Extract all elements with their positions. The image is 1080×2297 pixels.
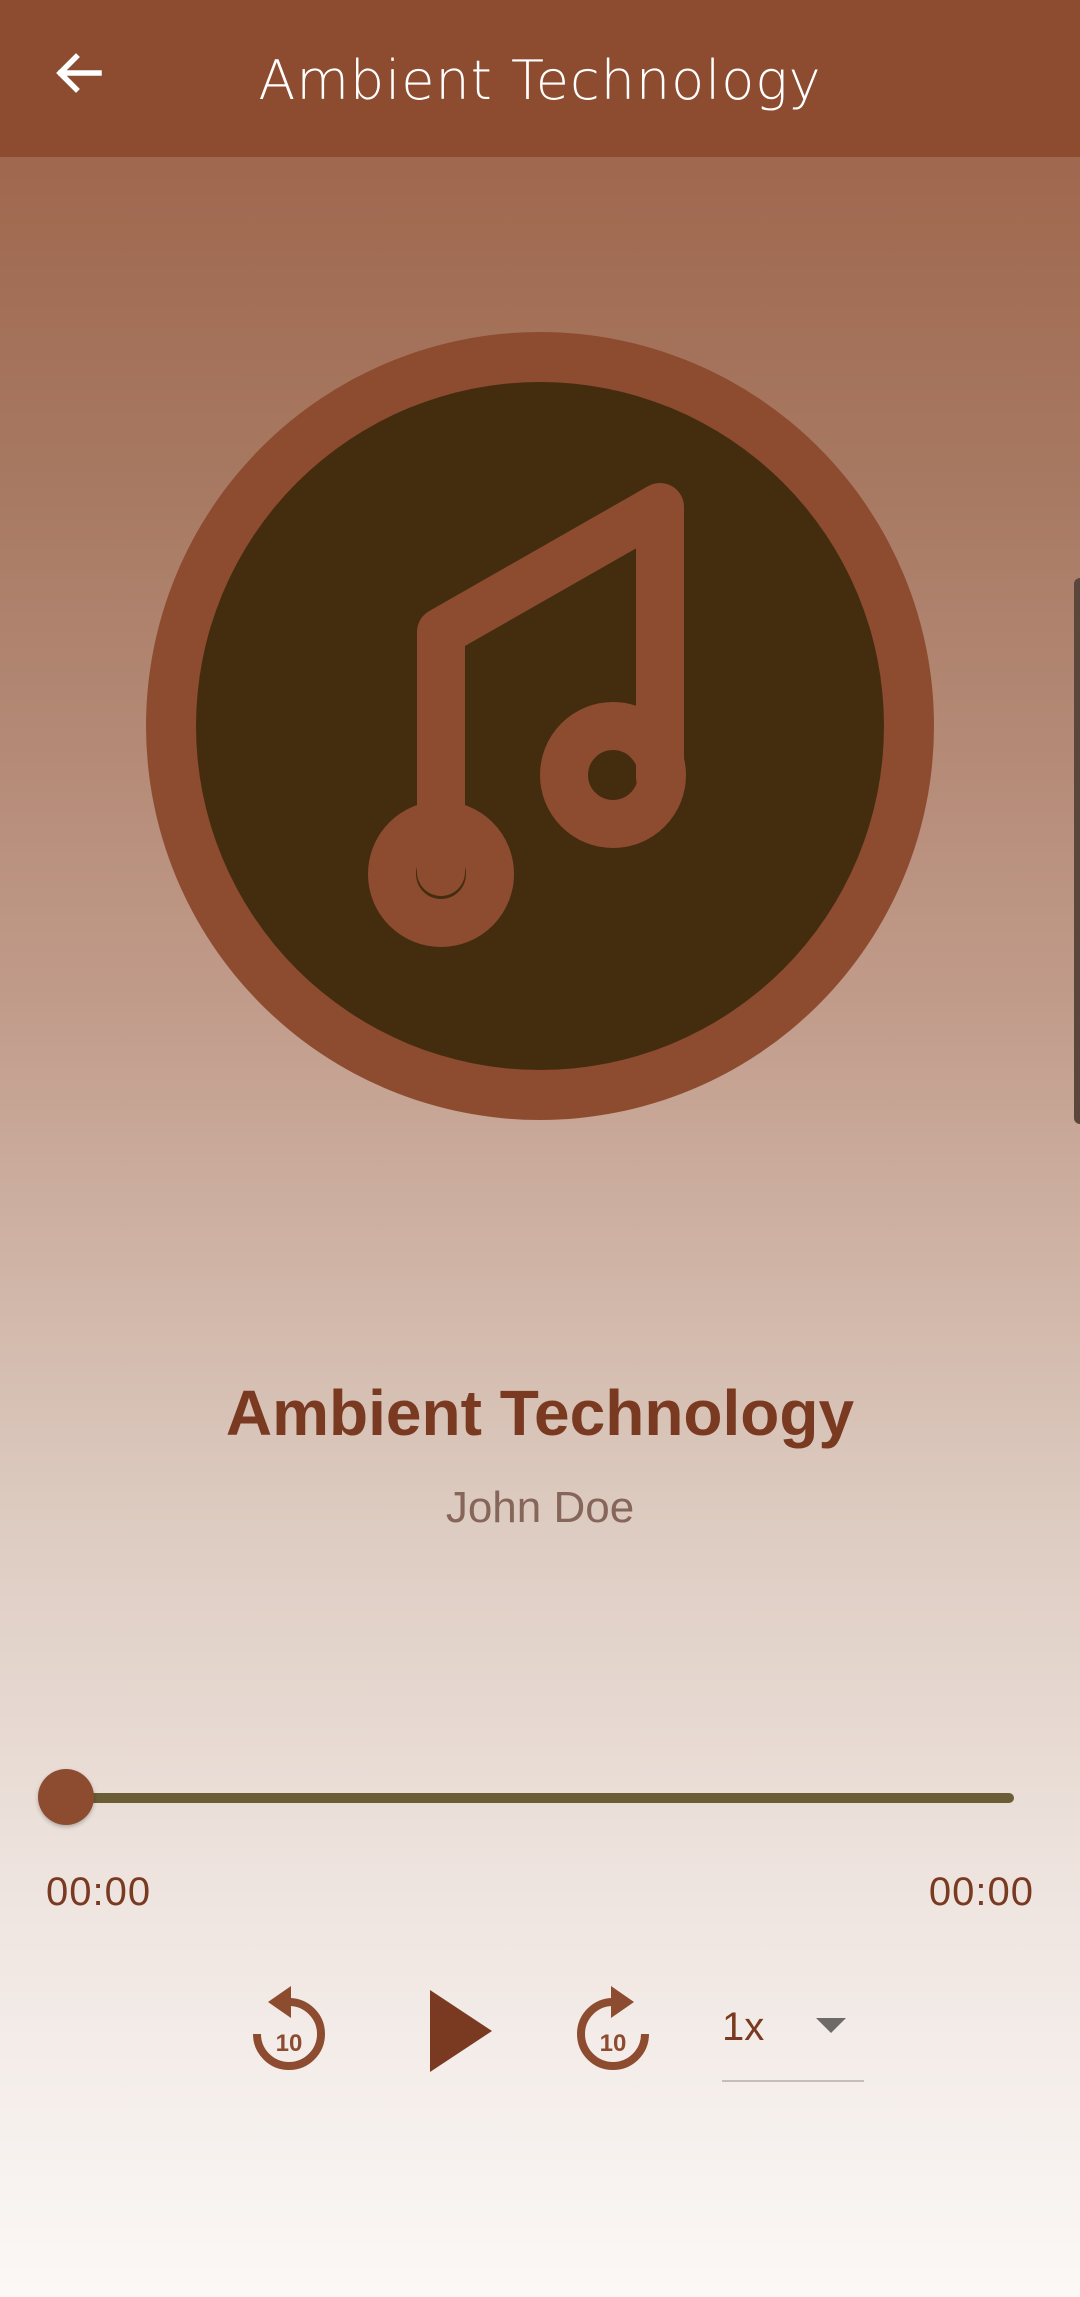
track-artist: John Doe: [445, 1483, 635, 1532]
forward-10-icon: 10: [568, 1976, 658, 2091]
slider-track: [66, 1793, 1014, 1803]
playback-speed-value: 1x: [722, 2005, 765, 2049]
app-bar: Ambient Technology: [0, 0, 1080, 157]
caret-down-icon: [816, 2018, 846, 2039]
forward-seconds-label: 10: [600, 2030, 627, 2057]
forward-10-button[interactable]: 10: [568, 1978, 658, 2088]
rewind-seconds-label: 10: [276, 2030, 303, 2057]
progress-slider[interactable]: [38, 1768, 1014, 1828]
rewind-10-button[interactable]: 10: [244, 1978, 334, 2088]
play-icon: [410, 1976, 510, 2091]
edge-panel-handle[interactable]: [1074, 578, 1080, 1124]
page-title: Ambient Technology: [258, 49, 822, 112]
track-title: Ambient Technology: [225, 1377, 855, 1449]
replay-10-icon: 10: [244, 1976, 334, 2091]
playback-speed-dropdown[interactable]: 1x: [722, 1980, 864, 2082]
current-time: 00:00: [46, 1870, 152, 1914]
play-button[interactable]: [410, 1978, 510, 2088]
slider-thumb[interactable]: [38, 1769, 94, 1825]
album-artwork: [146, 332, 934, 1120]
total-time: 00:00: [928, 1870, 1034, 1914]
